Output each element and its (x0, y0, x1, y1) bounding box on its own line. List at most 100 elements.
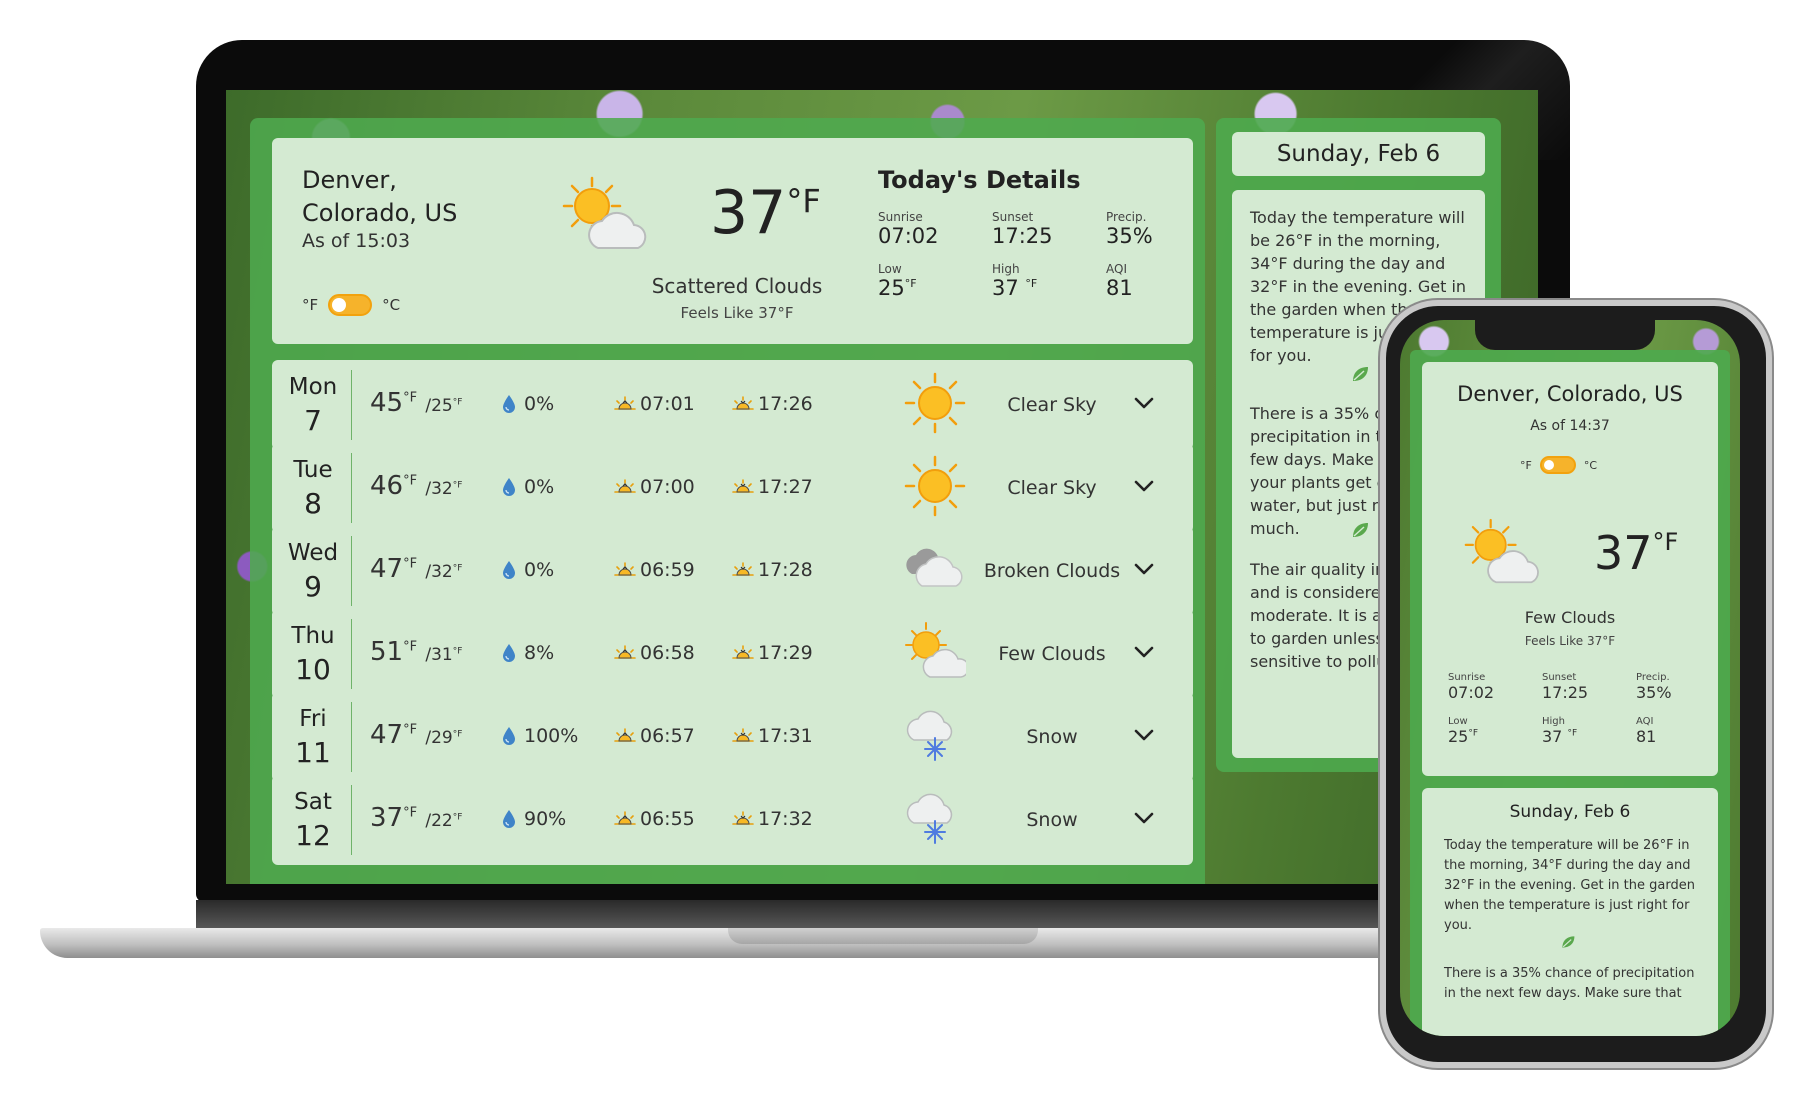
location-title: Denver, Colorado, US (302, 164, 457, 230)
forecast-condition: Few Clouds (998, 642, 1106, 665)
laptop-screen: Denver, Colorado, US As of 15:03 °F °C 3… (226, 90, 1538, 884)
phone-unit-toggle-row: °F °C (1520, 456, 1597, 474)
phone-detail-aqi: AQI 81 (1636, 716, 1657, 746)
forecast-row[interactable]: Thu 10 51°F /31°F 8% 06:58 17:29 Few Clouds (272, 609, 1193, 699)
phone-summary-date: Sunday, Feb 6 (1509, 802, 1631, 822)
detail-high: High 37 °F (992, 262, 1038, 300)
sunset-icon (732, 562, 754, 576)
forecast-row[interactable]: Tue 8 46°F /32°F 0% 07:00 17:27 Clear Sky (272, 443, 1193, 533)
sunset-icon (732, 811, 754, 825)
laptop-base-notch (728, 928, 1038, 944)
phone-screen: Denver, Colorado, US As of 14:37 °F °C 3… (1400, 320, 1740, 1036)
forecast-sunset: 17:29 (758, 642, 813, 664)
chevron-down-icon[interactable] (1134, 811, 1154, 825)
feels-like: Feels Like 37°F (680, 304, 794, 322)
unit-toggle[interactable] (328, 294, 373, 316)
forecast-precip: 0% (524, 559, 555, 581)
chevron-down-icon[interactable] (1134, 396, 1154, 410)
sunset-icon (732, 479, 754, 493)
forecast-sunrise: 06:58 (640, 642, 695, 664)
row-divider (351, 536, 352, 606)
sunrise-icon (614, 479, 636, 493)
chevron-down-icon[interactable] (1134, 562, 1154, 576)
forecast-temps: 45°F /25°F (370, 388, 463, 418)
forecast-condition: Clear Sky (1007, 476, 1097, 499)
sunset-icon (732, 645, 754, 659)
detail-low: Low 25°F (878, 262, 917, 300)
phone-frame: Denver, Colorado, US As of 14:37 °F °C 3… (1380, 300, 1772, 1068)
sunset-icon (732, 728, 754, 742)
phone-unit-toggle[interactable] (1539, 456, 1576, 474)
unit-f-label: °F (302, 296, 319, 314)
forecast-day: Fri 11 (295, 706, 331, 769)
row-divider (351, 453, 352, 523)
phone-summary-temperature-text: Today the temperature will be 26°F in th… (1444, 838, 1695, 933)
phone-detail-high: High 37 °F (1542, 716, 1578, 746)
phone-feels-like: Feels Like 37°F (1524, 634, 1616, 648)
forecast-sunrise: 06:59 (640, 559, 695, 581)
sunrise-icon (614, 645, 636, 659)
as-of-time: As of 15:03 (302, 230, 411, 252)
phone-garden-summary-card: Sunday, Feb 6 Today the temperature will… (1422, 788, 1718, 1036)
forecast-sunset: 17:27 (758, 476, 813, 498)
clouds-icon (906, 548, 963, 587)
forecast-temps: 51°F /31°F (370, 637, 463, 667)
forecast-sunset: 17:26 (758, 393, 813, 415)
forecast-row[interactable]: Mon 7 45°F /25°F 0% 07:01 17:26 Clear Sky (272, 360, 1193, 450)
sun-icon (904, 455, 966, 517)
sun-cloud-icon (562, 176, 647, 249)
row-divider (351, 619, 352, 689)
detail-sunset: Sunset 17:25 (992, 210, 1053, 248)
raindrop-icon (503, 810, 515, 828)
sun-cloud-icon (905, 622, 966, 678)
detail-sunrise: Sunrise 07:02 (878, 210, 939, 248)
forecast-condition: Clear Sky (1007, 393, 1097, 416)
toggle-knob (332, 298, 347, 312)
detail-aqi: AQI 81 (1106, 262, 1133, 300)
leaf-icon (1353, 523, 1368, 537)
row-divider (351, 702, 352, 772)
forecast-precip: 0% (524, 393, 555, 415)
phone-unit-c-label: °C (1583, 458, 1598, 472)
phone-detail-sunrise: Sunrise 07:02 (1448, 672, 1495, 702)
forecast-precip: 8% (524, 642, 555, 664)
forecast-row[interactable]: Fri 11 47°F /29°F 100% 06:57 17:31 Snow (272, 692, 1193, 782)
forecast-temps: 47°F /29°F (370, 720, 463, 750)
forecast-precip: 0% (524, 476, 555, 498)
forecast-day: Thu 10 (291, 623, 335, 686)
chevron-down-icon[interactable] (1134, 645, 1154, 659)
forecast-sunrise: 06:57 (640, 725, 695, 747)
raindrop-icon (503, 395, 515, 413)
forecast-condition: Broken Clouds (983, 559, 1121, 582)
summary-date: Sunday, Feb 6 (1232, 132, 1485, 176)
row-divider (351, 370, 352, 440)
sun-icon (904, 372, 966, 434)
forecast-condition: Snow (1026, 808, 1078, 831)
phone-summary-precip-text: There is a 35% chance of precipitation i… (1444, 966, 1695, 1001)
sunrise-icon (614, 811, 636, 825)
phone-as-of-time: As of 14:37 (1530, 418, 1610, 434)
phone-current-condition: Few Clouds (1524, 608, 1616, 627)
sunrise-icon (614, 562, 636, 576)
phone-detail-sunset: Sunset 17:25 (1542, 672, 1589, 702)
forecast-sunrise: 07:00 (640, 476, 695, 498)
todays-details-grid: Sunrise 07:02 Sunset 17:25 Precip. 35% Low 2… (878, 210, 1168, 300)
row-divider (351, 785, 352, 855)
raindrop-icon (503, 561, 515, 579)
sunrise-icon (614, 728, 636, 742)
todays-details-title: Today's Details (878, 166, 1081, 194)
chevron-down-icon[interactable] (1134, 728, 1154, 742)
leaf-icon (1562, 936, 1575, 948)
phone-current-temperature: 37°F (1594, 526, 1679, 580)
unit-c-label: °C (382, 296, 401, 314)
forecast-temps: 46°F /32°F (370, 471, 463, 501)
forecast-day: Wed 9 (287, 540, 339, 603)
snow-icon (906, 710, 953, 761)
forecast-row[interactable]: Sat 12 37°F /22°F 90% 06:55 17:32 Snow (272, 775, 1193, 865)
forecast-sunrise: 06:55 (640, 808, 695, 830)
current-condition: Scattered Clouds (651, 274, 823, 298)
chevron-down-icon[interactable] (1134, 479, 1154, 493)
forecast-row[interactable]: Wed 9 47°F /32°F 0% 06:59 17:28 Broken Clouds (272, 526, 1193, 616)
phone-details-grid: Sunrise 07:02 Sunset 17:25 Precip. 35% Low 2… (1448, 672, 1708, 746)
current-weather-card: Denver, Colorado, US As of 15:03 °F °C 3… (272, 138, 1193, 344)
